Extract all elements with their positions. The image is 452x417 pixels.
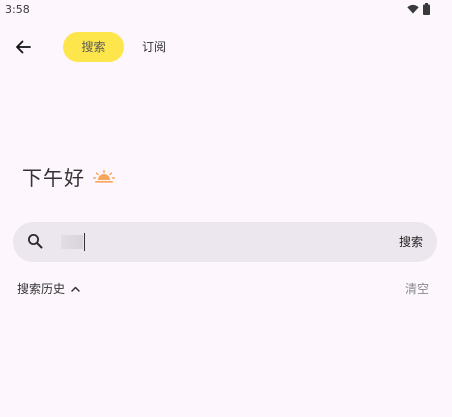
top-bar: 搜索 订阅 [0, 28, 452, 64]
tab-subscribe[interactable]: 订阅 [130, 32, 178, 62]
status-icons [407, 3, 430, 15]
tab-search[interactable]: 搜索 [63, 32, 124, 62]
history-header: 搜索历史 清空 [17, 280, 429, 298]
arrow-back-icon [16, 40, 31, 54]
status-bar: 3:58 [0, 0, 452, 20]
history-title: 搜索历史 [17, 282, 66, 296]
clear-history-button[interactable]: 清空 [405, 280, 429, 297]
wifi-icon [407, 4, 419, 14]
chevron-up-icon [71, 286, 80, 292]
back-button[interactable] [10, 34, 36, 60]
search-input-redacted [61, 235, 83, 249]
search-bar: 搜索 [13, 222, 437, 262]
text-cursor [84, 233, 85, 251]
search-icon [28, 234, 43, 249]
search-submit-button[interactable]: 搜索 [399, 233, 423, 250]
greeting: 下午好 [22, 162, 115, 191]
battery-icon [423, 3, 430, 15]
status-time: 3:58 [5, 3, 30, 16]
sun-icon [93, 169, 115, 183]
greeting-text: 下午好 [22, 166, 85, 190]
history-toggle[interactable]: 搜索历史 [17, 280, 80, 297]
search-input[interactable] [59, 231, 363, 255]
